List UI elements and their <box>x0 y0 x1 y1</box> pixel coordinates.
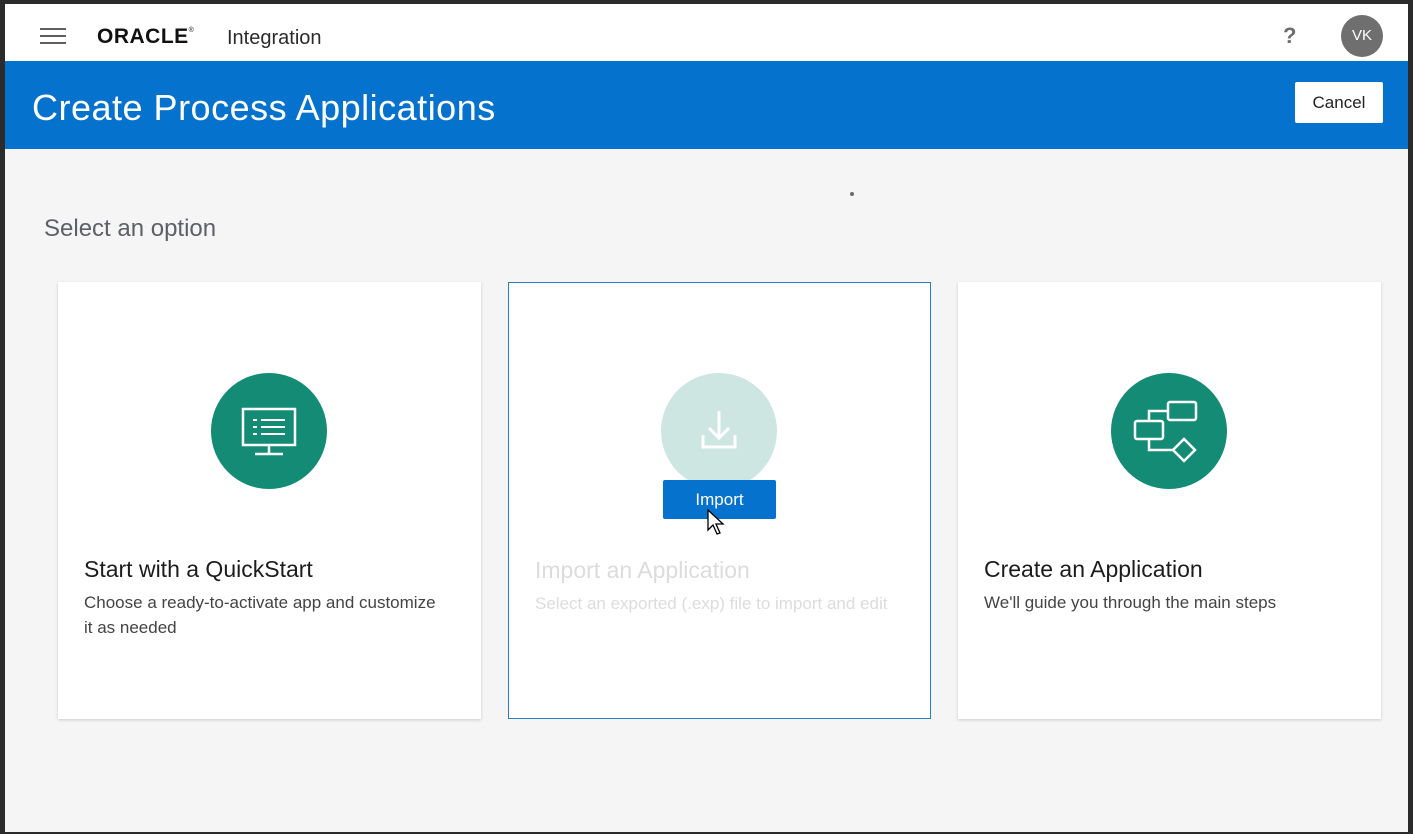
top-bar: ORACLE® Integration ? VK <box>5 4 1408 61</box>
oracle-logo: ORACLE® <box>97 25 195 48</box>
card-description: Choose a ready-to-activate app and custo… <box>84 593 436 637</box>
quickstart-card[interactable]: Start with a QuickStart Choose a ready-t… <box>58 282 481 719</box>
product-name: Integration <box>227 27 322 49</box>
page-header-banner: Create Process Applications Cancel <box>5 61 1408 149</box>
help-icon[interactable]: ? <box>1283 23 1296 49</box>
import-application-card[interactable]: Import Import an Application Select an e… <box>508 282 931 719</box>
mouse-pointer-icon <box>707 509 725 535</box>
loading-dot <box>850 192 854 196</box>
hamburger-menu-icon[interactable] <box>40 28 66 46</box>
process-flow-icon <box>1111 373 1227 489</box>
card-title: Start with a QuickStart <box>84 556 313 582</box>
card-description: Select an exported (.exp) file to import… <box>535 594 888 613</box>
cancel-button[interactable]: Cancel <box>1295 82 1383 123</box>
brand-name: ORACLE <box>97 25 189 48</box>
app-window: ORACLE® Integration ? VK Create Process … <box>5 4 1408 832</box>
card-description: We'll guide you through the main steps <box>984 593 1277 612</box>
card-title: Import an Application <box>535 557 750 583</box>
create-application-card[interactable]: Create an Application We'll guide you th… <box>958 282 1381 719</box>
monitor-icon <box>211 373 327 489</box>
download-icon <box>661 373 777 489</box>
page-title: Create Process Applications <box>32 87 496 128</box>
user-avatar[interactable]: VK <box>1341 15 1383 57</box>
card-title: Create an Application <box>984 556 1203 582</box>
section-subtitle: Select an option <box>44 215 217 242</box>
